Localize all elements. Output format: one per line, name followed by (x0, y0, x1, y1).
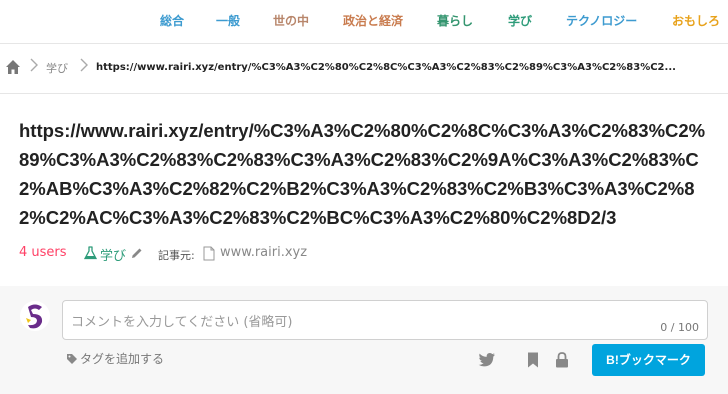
chevron-right-icon (30, 58, 38, 75)
entry-category[interactable]: 学び (100, 245, 126, 264)
entry-meta: 4 users 学び 記事元: www.rairi.xyz (19, 245, 709, 265)
nav-category-seiji-keizai[interactable]: 政治と経済 (343, 12, 403, 29)
nav-category-yononaka[interactable]: 世の中 (273, 12, 309, 29)
category-nav: 総合 一般 世の中 政治と経済 暮らし 学び テクノロジー おもしろ (0, 0, 728, 44)
user-avatar[interactable] (19, 300, 51, 332)
comment-area: コメントを入力してください (省略可) 0 / 100 タグを追加する B!ブッ… (0, 286, 728, 394)
chevron-right-icon (80, 58, 88, 75)
breadcrumb: 学び https://www.rairi.xyz/entry/%C3%A3%C2… (0, 44, 728, 94)
nav-category-kurashi[interactable]: 暮らし (437, 12, 473, 29)
comment-input[interactable]: コメントを入力してください (省略可) 0 / 100 (62, 300, 708, 340)
twitter-icon[interactable] (478, 352, 496, 372)
document-icon (203, 246, 215, 265)
comment-placeholder: コメントを入力してください (省略可) (71, 315, 293, 330)
nav-category-omoshiro[interactable]: おもしろ (672, 12, 720, 29)
nav-category-sougou[interactable]: 総合 (160, 12, 184, 29)
nav-category-manabi[interactable]: 学び (508, 12, 532, 29)
add-tag-link[interactable]: タグを追加する (66, 350, 164, 368)
bookmark-button-label: ブックマーク (618, 353, 691, 367)
bookmark-button-prefix: B! (606, 353, 619, 367)
bookmark-icon[interactable] (527, 352, 539, 372)
home-icon[interactable] (5, 59, 21, 75)
source-label: 記事元: (158, 249, 195, 262)
nav-category-ippan[interactable]: 一般 (216, 12, 240, 29)
comment-counter: 0 / 100 (660, 321, 699, 334)
breadcrumb-current: https://www.rairi.xyz/entry/%C3%A3%C2%80… (96, 62, 676, 73)
entry-title[interactable]: https://www.rairi.xyz/entry/%C3%A3%C2%80… (19, 116, 709, 232)
add-tag-label: タグを追加する (80, 352, 165, 366)
breadcrumb-category[interactable]: 学び (46, 60, 68, 76)
pencil-icon[interactable] (131, 247, 143, 263)
nav-category-technology[interactable]: テクノロジー (566, 12, 637, 29)
users-count[interactable]: 4 users (19, 245, 67, 260)
source-domain[interactable]: www.rairi.xyz (220, 245, 307, 260)
bookmark-button[interactable]: B!ブックマーク (592, 344, 705, 376)
tag-icon (66, 353, 78, 368)
lock-icon[interactable] (555, 352, 569, 372)
flask-icon (83, 246, 98, 264)
